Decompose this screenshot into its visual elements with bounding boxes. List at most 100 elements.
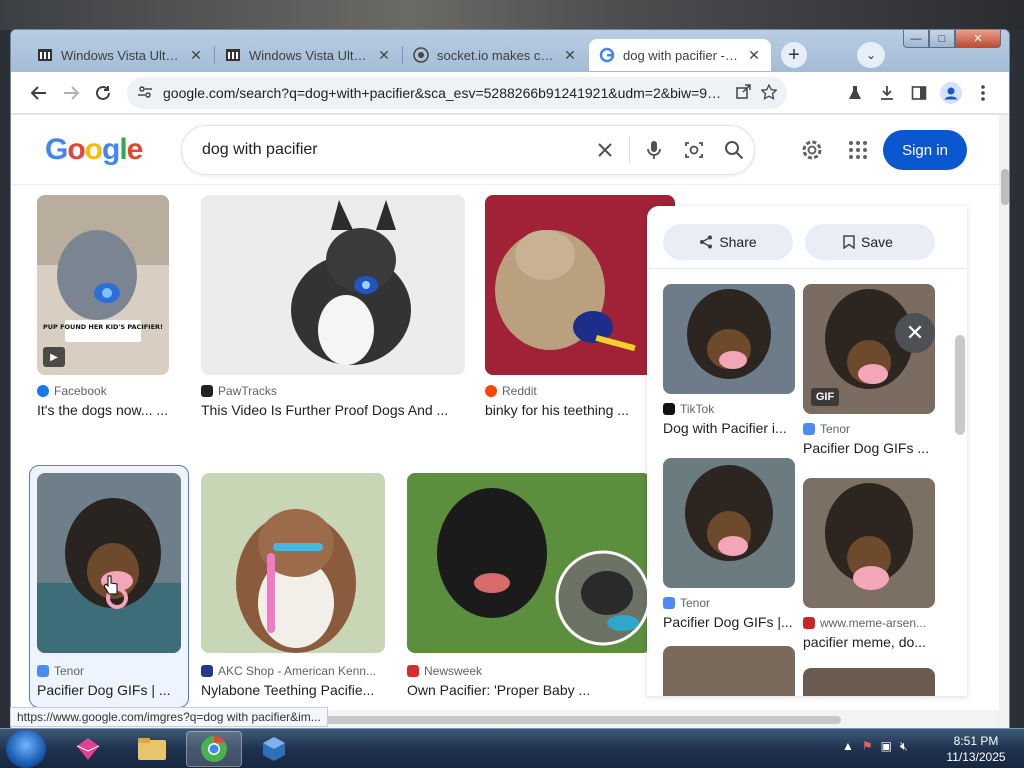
search-icon[interactable]	[714, 130, 754, 170]
sign-in-button[interactable]: Sign in	[883, 130, 967, 170]
related-thumbnail[interactable]	[663, 458, 795, 588]
result-source: Tenor	[37, 664, 84, 678]
image-result[interactable]: PawTracks This Video Is Further Proof Do…	[201, 195, 471, 418]
result-thumbnail[interactable]	[407, 473, 651, 653]
result-title[interactable]: binky for his teething ...	[485, 402, 629, 418]
share-page-icon[interactable]	[735, 83, 751, 103]
close-icon[interactable]: ✕	[189, 47, 203, 64]
virtualbox-icon[interactable]	[246, 731, 302, 767]
profile-avatar-icon[interactable]	[939, 81, 963, 105]
bookmark-star-icon[interactable]	[760, 82, 778, 103]
related-source: TikTok	[663, 402, 714, 416]
show-hidden-icons-icon[interactable]: ▲	[842, 739, 854, 754]
panel-scrollbar[interactable]	[953, 235, 965, 710]
thumbnail-overlay-text: PUP FOUND HER KID'S PACIFIER!	[43, 323, 163, 331]
result-thumbnail[interactable]	[201, 195, 465, 375]
paint-app-icon[interactable]	[60, 731, 116, 767]
globe-icon	[413, 47, 429, 63]
microphone-icon[interactable]	[634, 130, 674, 170]
result-title[interactable]: Pacifier Dog GIFs | ...	[37, 682, 171, 698]
clear-icon[interactable]	[585, 130, 625, 170]
save-button[interactable]: Save	[805, 224, 935, 260]
apps-grid-icon[interactable]	[845, 137, 871, 163]
related-thumbnail[interactable]	[663, 284, 795, 394]
related-title[interactable]: Pacifier Dog GIFs ...	[803, 440, 929, 456]
result-title[interactable]: It's the dogs now... ...	[37, 402, 168, 418]
tab-4-active[interactable]: dog with pacifier - Go ✕	[589, 39, 771, 71]
gear-icon[interactable]	[799, 137, 825, 163]
related-image[interactable]: TikTok Dog with Pacifier i...	[663, 284, 803, 444]
related-title[interactable]: pacifier meme, do...	[803, 634, 926, 650]
vertical-scrollbar[interactable]	[999, 115, 1009, 728]
result-thumbnail[interactable]	[201, 473, 385, 653]
chrome-icon[interactable]	[186, 731, 242, 767]
bookmark-icon	[843, 235, 855, 249]
camera-lens-icon[interactable]	[674, 130, 714, 170]
image-result[interactable]: AKC Shop - American Kenn... Nylabone Tee…	[201, 473, 391, 701]
image-result[interactable]: PUP FOUND HER KID'S PACIFIER! ▶ Facebook…	[37, 195, 187, 418]
folder-icon[interactable]	[124, 731, 180, 767]
result-source: Newsweek	[407, 664, 482, 678]
related-title[interactable]: Pacifier Dog GIFs |...	[663, 614, 793, 630]
related-image[interactable]: Tenor Pacifier Dog GIFs |...	[663, 458, 803, 630]
network-icon[interactable]: ▣	[881, 739, 892, 754]
source-name: Facebook	[54, 384, 107, 398]
result-title[interactable]: This Video Is Further Proof Dogs And ...	[201, 402, 448, 418]
close-icon[interactable]: ✕	[563, 47, 577, 64]
pawtracks-icon	[201, 385, 213, 397]
related-title[interactable]: Dog with Pacifier i...	[663, 420, 787, 436]
close-panel-button[interactable]: ✕	[895, 313, 935, 353]
panel-scrollbar-thumb[interactable]	[955, 335, 965, 435]
minimize-button[interactable]: —	[903, 30, 929, 48]
google-header: Google dog with pacifier Sign in	[11, 115, 999, 185]
search-box[interactable]: dog with pacifier	[181, 125, 755, 175]
new-tab-button[interactable]: +	[781, 42, 807, 68]
site-settings-icon[interactable]	[137, 84, 153, 103]
related-thumbnail-partial[interactable]	[663, 646, 795, 696]
volume-muted-icon[interactable]: 🔇︎	[900, 739, 908, 754]
labs-flask-icon[interactable]	[843, 81, 867, 105]
tab-2[interactable]: Windows Vista Ultimat ✕	[215, 39, 401, 71]
result-thumbnail[interactable]	[37, 473, 181, 653]
search-query[interactable]: dog with pacifier	[202, 141, 585, 159]
result-title[interactable]: Nylabone Teething Pacifie...	[201, 682, 374, 698]
image-result[interactable]: Newsweek Own Pacifier: 'Proper Baby ...	[407, 473, 657, 701]
vertical-scrollbar-thumb[interactable]	[1001, 169, 1009, 205]
result-thumbnail[interactable]: PUP FOUND HER KID'S PACIFIER! ▶	[37, 195, 169, 375]
related-thumbnail[interactable]	[803, 478, 935, 608]
maximize-button[interactable]: □	[929, 30, 955, 48]
close-icon[interactable]: ✕	[747, 47, 761, 64]
reload-icon[interactable]	[91, 81, 115, 105]
related-image[interactable]: www.meme-arsen... pacifier meme, do...	[803, 478, 943, 658]
tab-3[interactable]: socket.io makes comp ✕	[403, 39, 587, 71]
clock-date: 11/13/2025	[946, 750, 1006, 764]
side-panel-icon[interactable]	[907, 81, 931, 105]
clock[interactable]: 8:51 PM 11/13/2025	[938, 733, 1014, 765]
result-source: PawTracks	[201, 384, 277, 398]
google-logo[interactable]: Google	[45, 133, 143, 167]
tab-1[interactable]: Windows Vista Ultimat ✕	[27, 39, 213, 71]
desktop-background	[0, 0, 1024, 30]
forward-arrow-icon[interactable]	[59, 81, 83, 105]
meme-arsenal-icon	[803, 617, 815, 629]
result-title[interactable]: Own Pacifier: 'Proper Baby ...	[407, 682, 590, 698]
window-close-button[interactable]: ✕	[955, 30, 1001, 48]
address-bar[interactable]: google.com/search?q=dog+with+pacifier&sc…	[127, 77, 787, 109]
gif-badge: GIF	[811, 388, 839, 406]
related-thumbnail-partial[interactable]	[803, 668, 935, 696]
source-name: TikTok	[680, 402, 715, 416]
related-image[interactable]: GIF Tenor Pacifier Dog GIFs ...	[803, 284, 943, 464]
close-icon[interactable]: ✕	[377, 47, 391, 64]
start-button[interactable]	[6, 730, 46, 768]
image-preview-panel: Share Save TikTok Dog with Pacifier i...	[647, 206, 967, 696]
share-button[interactable]: Share	[663, 224, 793, 260]
museum-icon	[225, 47, 241, 63]
back-arrow-icon[interactable]	[27, 81, 51, 105]
download-icon[interactable]	[875, 81, 899, 105]
share-icon	[700, 235, 713, 249]
kebab-menu-icon[interactable]	[971, 81, 995, 105]
related-source: Tenor	[663, 596, 710, 610]
source-name: www.meme-arsen...	[820, 616, 927, 630]
chevron-down-icon[interactable]: ⌄	[857, 42, 885, 68]
action-center-flag-icon[interactable]: ⚑	[862, 739, 873, 754]
